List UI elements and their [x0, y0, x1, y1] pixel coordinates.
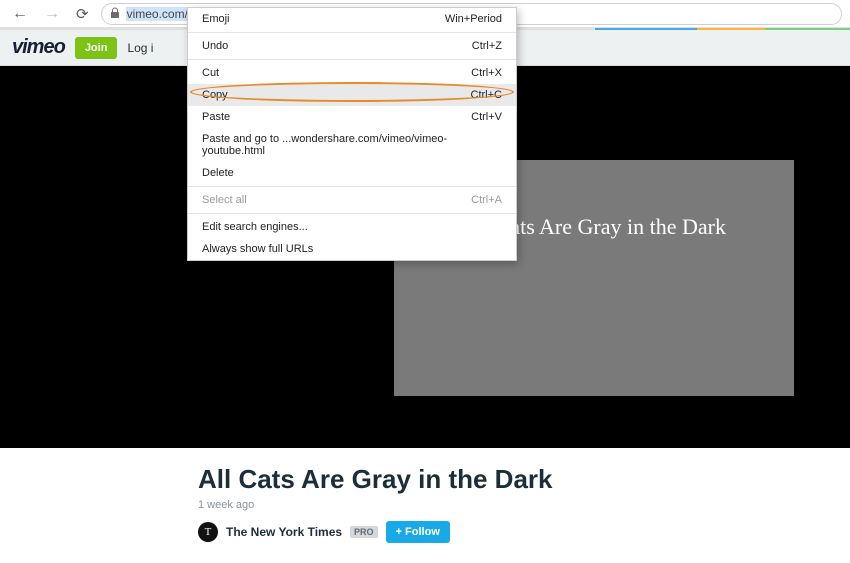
context-menu-item[interactable]: Undo Ctrl+Z	[188, 35, 516, 57]
context-menu-separator	[188, 186, 516, 187]
context-menu-item[interactable]: Copy Ctrl+C	[188, 84, 516, 106]
context-menu-separator	[188, 59, 516, 60]
context-menu-item-label: Emoji	[202, 13, 230, 25]
context-menu-item-shortcut: Ctrl+Z	[472, 40, 502, 52]
context-menu-item-shortcut: Ctrl+V	[471, 111, 502, 123]
context-menu-item[interactable]: Edit search engines...	[188, 216, 516, 238]
context-menu-item-shortcut: Ctrl+C	[471, 89, 502, 101]
context-menu-item-label: Paste and go to ...wondershare.com/vimeo…	[202, 133, 502, 157]
forward-button[interactable]: →	[40, 3, 64, 25]
context-menu-item-shortcut: Ctrl+X	[471, 67, 502, 79]
lock-icon	[110, 7, 120, 21]
context-menu-item-shortcut: Win+Period	[445, 13, 502, 25]
vimeo-logo[interactable]: vimeo	[12, 36, 65, 59]
context-menu-item-label: Always show full URLs	[202, 243, 313, 255]
context-menu-item-shortcut: Ctrl+A	[471, 194, 502, 206]
context-menu-item[interactable]: Always show full URLs	[188, 238, 516, 260]
upload-time: 1 week ago	[198, 499, 850, 511]
context-menu-item[interactable]: Select all Ctrl+A	[188, 189, 516, 211]
join-button[interactable]: Join	[75, 37, 118, 59]
context-menu-item[interactable]: Paste and go to ...wondershare.com/vimeo…	[188, 128, 516, 162]
context-menu-item[interactable]: Delete	[188, 162, 516, 184]
follow-button[interactable]: + Follow	[386, 521, 450, 543]
context-menu-item-label: Paste	[202, 111, 230, 123]
pro-badge: PRO	[350, 526, 378, 538]
reload-button[interactable]: ⟳	[72, 3, 93, 25]
avatar[interactable]: T	[198, 522, 218, 542]
context-menu-item[interactable]: Paste Ctrl+V	[188, 106, 516, 128]
context-menu-separator	[188, 213, 516, 214]
context-menu-item-label: Delete	[202, 167, 234, 179]
context-menu: Emoji Win+Period Undo Ctrl+Z Cut Ctrl+X Copy Ct…	[187, 7, 517, 261]
context-menu-item-label: Undo	[202, 40, 228, 52]
context-menu-item[interactable]: Emoji Win+Period	[188, 8, 516, 30]
context-menu-separator	[188, 32, 516, 33]
context-menu-item-label: Select all	[202, 194, 247, 206]
back-button[interactable]: ←	[8, 3, 32, 25]
login-link[interactable]: Log i	[127, 41, 153, 55]
context-menu-item[interactable]: Cut Ctrl+X	[188, 62, 516, 84]
context-menu-item-label: Edit search engines...	[202, 221, 308, 233]
video-meta-section: All Cats Are Gray in the Dark 1 week ago…	[0, 448, 850, 543]
video-title: All Cats Are Gray in the Dark	[198, 464, 850, 495]
author-row: T The New York Times PRO + Follow	[198, 521, 850, 543]
context-menu-item-label: Cut	[202, 67, 219, 79]
author-name[interactable]: The New York Times	[226, 525, 342, 539]
context-menu-item-label: Copy	[202, 89, 228, 101]
